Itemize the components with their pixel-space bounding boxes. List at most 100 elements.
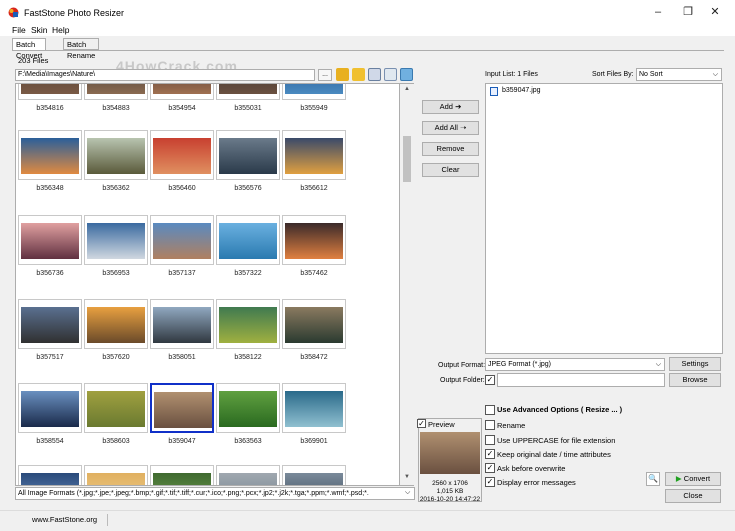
thumbnail-image: [285, 223, 343, 259]
thumbnail-image: [154, 392, 212, 428]
menu-skin[interactable]: Skin: [31, 25, 48, 35]
list-item-label: b359047.jpg: [502, 87, 541, 94]
thumbnail-image: [153, 223, 211, 259]
rename-checkbox[interactable]: [485, 420, 495, 430]
thumbnail-frame[interactable]: [282, 215, 346, 265]
thumbnail-frame[interactable]: [18, 130, 82, 180]
thumbnail-grid[interactable]: b354816 b354883 b354954 b355031 b355949 b3563…: [15, 83, 400, 486]
remove-button[interactable]: Remove: [422, 142, 479, 156]
thumbnail-view-icon[interactable]: [368, 68, 381, 81]
add-button[interactable]: Add ➔: [422, 100, 479, 114]
uppercase-checkbox[interactable]: [485, 435, 495, 445]
thumbnail-label: b354954: [168, 105, 196, 112]
thumbnail-label: b363563: [234, 438, 262, 445]
thumbnail-frame[interactable]: [84, 465, 148, 485]
thumbnail-image: [21, 138, 79, 174]
app-logo-icon: [8, 7, 19, 18]
scroll-up-icon[interactable]: ▲: [400, 86, 414, 92]
thumbnail-frame[interactable]: [282, 299, 346, 349]
clear-button[interactable]: Clear: [422, 163, 479, 177]
thumbnail-image: [87, 391, 145, 427]
preview-image: [420, 432, 480, 474]
display-errors-checkbox[interactable]: ✓: [485, 477, 495, 487]
thumbnail-frame[interactable]: [18, 215, 82, 265]
thumbnail-scrollbar[interactable]: ▲ ▼: [400, 83, 414, 486]
thumbnail-frame[interactable]: [84, 383, 148, 433]
thumbnail-frame[interactable]: [150, 130, 214, 180]
thumbnail-frame[interactable]: [282, 130, 346, 180]
output-folder-checkbox[interactable]: ✓: [485, 375, 495, 385]
thumbnail-frame[interactable]: [84, 215, 148, 265]
display-errors-label: Display error messages: [497, 478, 576, 487]
settings-button[interactable]: Settings: [669, 357, 721, 371]
folder-up-icon[interactable]: [336, 68, 349, 81]
minimize-icon[interactable]: –: [643, 4, 673, 20]
thumbnail-frame[interactable]: [216, 299, 280, 349]
thumbnail-frame[interactable]: [216, 84, 280, 100]
thumbnail-image: [21, 307, 79, 343]
input-list[interactable]: b359047.jpg: [485, 83, 723, 354]
scroll-thumb[interactable]: [403, 136, 411, 182]
preview-output-icon[interactable]: 🔍: [646, 472, 660, 486]
sort-files-select[interactable]: No Sort ⌵: [636, 68, 722, 81]
folder-favorites-icon[interactable]: [352, 68, 365, 81]
add-all-button[interactable]: Add All ➝: [422, 121, 479, 135]
keep-date-checkbox[interactable]: ✓: [485, 449, 495, 459]
folder-path-input[interactable]: F:\Media\Images\Nature\: [15, 69, 315, 81]
thumbnail-frame[interactable]: [150, 383, 214, 433]
thumbnail-frame[interactable]: [282, 465, 346, 485]
browse-button[interactable]: Browse: [669, 373, 721, 387]
thumbnail-frame[interactable]: [150, 299, 214, 349]
format-filter-select[interactable]: All Image Formats (*.jpg;*.jpe;*.jpeg;*.…: [15, 487, 415, 500]
preview-checkbox[interactable]: ✓: [417, 419, 426, 428]
thumbnail-image: [153, 138, 211, 174]
tab-batch-rename[interactable]: Batch Rename: [63, 38, 100, 60]
thumbnail-frame[interactable]: [216, 465, 280, 485]
chevron-down-icon: ⌵: [655, 361, 661, 368]
details-view-icon[interactable]: [400, 68, 413, 81]
thumbnail-frame[interactable]: [84, 84, 148, 100]
browse-folder-button[interactable]: ...: [318, 69, 332, 81]
thumbnail-frame[interactable]: [216, 130, 280, 180]
output-format-select[interactable]: JPEG Format (*.jpg) ⌵: [485, 358, 665, 371]
thumbnail-frame[interactable]: [84, 299, 148, 349]
output-folder-input[interactable]: [497, 373, 665, 387]
thumbnail-label: b354816: [36, 105, 64, 112]
preview-info: 2560 x 1706 1,015 KB 2016-10-20 14:47:22: [415, 480, 485, 504]
thumbnail-frame[interactable]: [282, 84, 346, 100]
close-window-icon[interactable]: ✕: [700, 4, 730, 20]
convert-button[interactable]: ▶ Convert: [665, 472, 721, 486]
output-folder-label: Output Folder:: [440, 377, 485, 384]
menu-file[interactable]: File: [12, 25, 26, 35]
title-bar: FastStone Photo Resizer – ❐ ✕: [0, 0, 735, 24]
thumbnail-frame[interactable]: [216, 215, 280, 265]
window-title: FastStone Photo Resizer: [24, 8, 125, 18]
thumbnail-frame[interactable]: [150, 215, 214, 265]
chevron-down-icon[interactable]: ⌵: [405, 489, 410, 497]
menu-help[interactable]: Help: [52, 25, 69, 35]
thumbnail-image: [21, 473, 79, 485]
list-view-icon[interactable]: [384, 68, 397, 81]
thumbnail-frame[interactable]: [18, 299, 82, 349]
thumbnail-frame[interactable]: [282, 383, 346, 433]
thumbnail-frame[interactable]: [150, 465, 214, 485]
maximize-icon[interactable]: ❐: [673, 4, 703, 20]
scroll-down-icon[interactable]: ▼: [400, 474, 414, 480]
thumbnail-frame[interactable]: [216, 383, 280, 433]
advanced-options-checkbox[interactable]: [485, 405, 495, 415]
thumbnail-frame[interactable]: [18, 465, 82, 485]
thumbnail-frame[interactable]: [18, 383, 82, 433]
thumbnail-image: [87, 84, 145, 94]
ask-overwrite-checkbox[interactable]: ✓: [485, 463, 495, 473]
play-icon: ▶: [675, 474, 682, 483]
close-button[interactable]: Close: [665, 489, 721, 503]
thumbnail-image: [153, 84, 211, 94]
chevron-down-icon: ⌵: [712, 71, 718, 78]
thumbnail-label: b354883: [102, 105, 130, 112]
output-format-label: Output Format:: [438, 362, 486, 369]
preview-dimensions: 2560 x 1706: [432, 480, 468, 487]
thumbnail-frame[interactable]: [150, 84, 214, 100]
list-item[interactable]: b359047.jpg: [486, 84, 722, 98]
thumbnail-frame[interactable]: [84, 130, 148, 180]
thumbnail-frame[interactable]: [18, 84, 82, 100]
